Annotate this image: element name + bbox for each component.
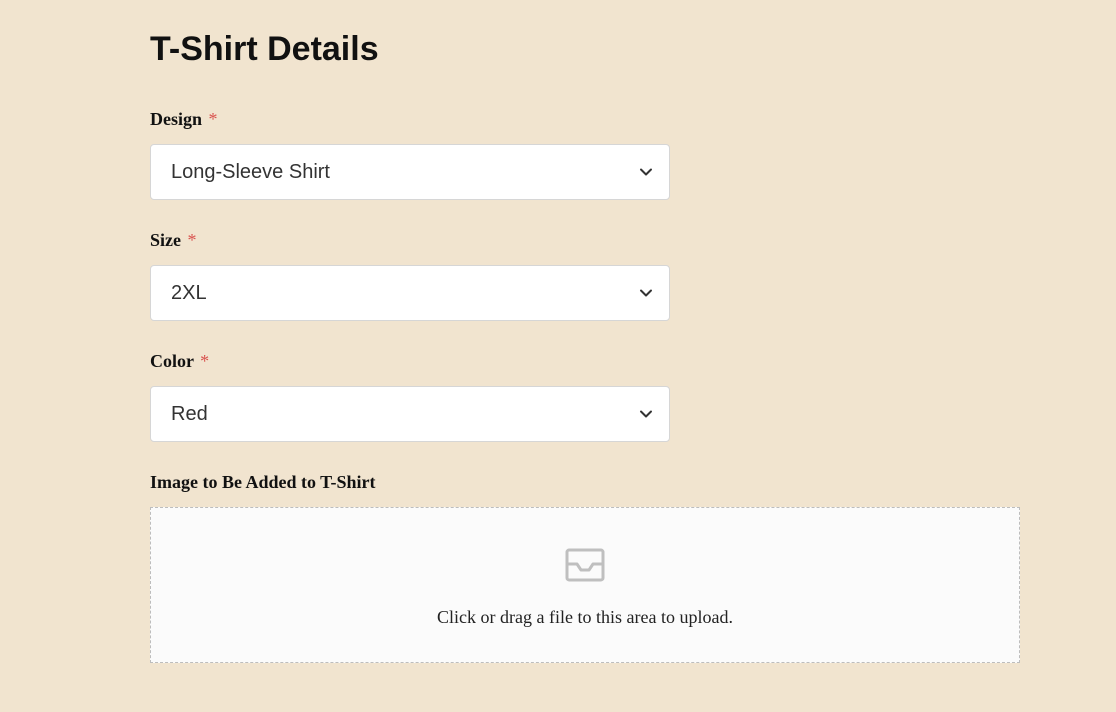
design-field: Design * Long-Sleeve Shirt	[150, 109, 966, 200]
design-select-value: Long-Sleeve Shirt	[171, 161, 330, 184]
required-mark: *	[200, 351, 209, 371]
image-field: Image to Be Added to T-Shirt Click or dr…	[150, 472, 966, 663]
size-field: Size * 2XL	[150, 230, 966, 321]
required-mark: *	[209, 109, 218, 129]
size-select-value: 2XL	[171, 282, 207, 305]
color-select-value: Red	[171, 403, 208, 426]
color-label: Color *	[150, 351, 966, 372]
color-label-text: Color	[150, 351, 194, 371]
inbox-icon	[563, 546, 607, 589]
upload-dropzone[interactable]: Click or drag a file to this area to upl…	[150, 507, 1020, 663]
design-select-wrapper: Long-Sleeve Shirt	[150, 144, 670, 200]
design-label: Design *	[150, 109, 966, 130]
upload-text: Click or drag a file to this area to upl…	[171, 607, 999, 628]
size-select-wrapper: 2XL	[150, 265, 670, 321]
image-label: Image to Be Added to T-Shirt	[150, 472, 966, 493]
size-label: Size *	[150, 230, 966, 251]
color-select-wrapper: Red	[150, 386, 670, 442]
size-select[interactable]: 2XL	[150, 265, 670, 321]
page-title: T-Shirt Details	[150, 30, 966, 69]
design-select[interactable]: Long-Sleeve Shirt	[150, 144, 670, 200]
design-label-text: Design	[150, 109, 202, 129]
size-label-text: Size	[150, 230, 181, 250]
color-select[interactable]: Red	[150, 386, 670, 442]
color-field: Color * Red	[150, 351, 966, 442]
required-mark: *	[188, 230, 197, 250]
